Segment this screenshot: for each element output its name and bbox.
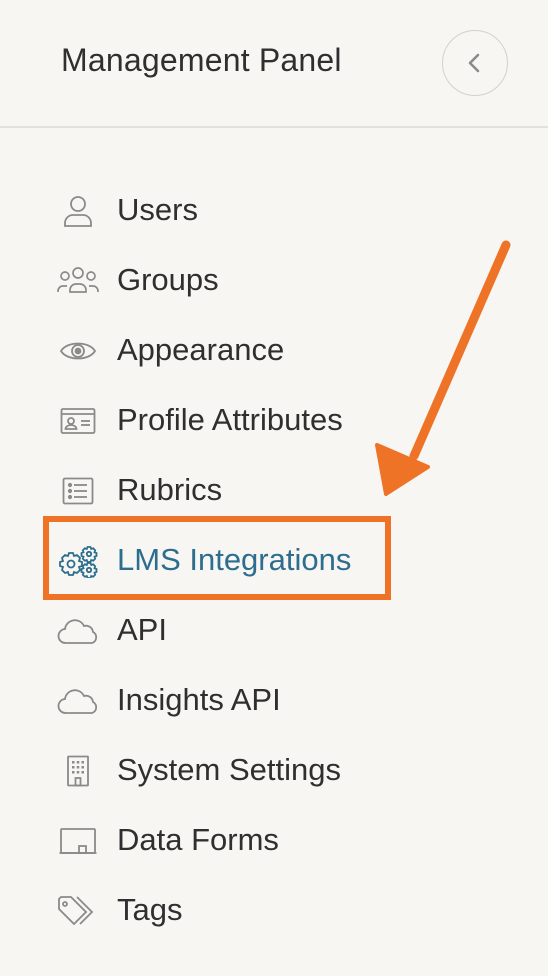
sidebar-item-profile-attributes[interactable]: Profile Attributes xyxy=(0,386,548,456)
sidebar-item-label: LMS Integrations xyxy=(117,542,352,577)
management-panel: Management Panel Users Groups Appearance… xyxy=(0,0,548,976)
sidebar-nav: Users Groups Appearance Profile Attribut… xyxy=(0,176,548,946)
sidebar-item-label: Tags xyxy=(117,892,183,927)
sidebar-item-label: Data Forms xyxy=(117,822,279,857)
page-title: Management Panel xyxy=(61,42,342,78)
sidebar-item-data-forms[interactable]: Data Forms xyxy=(0,806,548,876)
sidebar-item-label: Profile Attributes xyxy=(117,402,343,437)
building-icon xyxy=(56,753,100,789)
sidebar-item-label: Groups xyxy=(117,262,219,297)
form-icon xyxy=(56,823,100,859)
sidebar-item-users[interactable]: Users xyxy=(0,176,548,246)
id-card-icon xyxy=(56,403,100,439)
cloud-icon xyxy=(56,683,100,719)
user-icon xyxy=(56,193,100,229)
sidebar-item-appearance[interactable]: Appearance xyxy=(0,316,548,386)
chevron-left-icon xyxy=(464,52,486,74)
sidebar-item-label: API xyxy=(117,612,167,647)
groups-icon xyxy=(56,263,100,299)
sidebar-item-insights-api[interactable]: Insights API xyxy=(0,666,548,736)
sidebar-item-groups[interactable]: Groups xyxy=(0,246,548,316)
sidebar-item-label: Insights API xyxy=(117,682,281,717)
collapse-button[interactable] xyxy=(442,30,508,96)
sidebar-item-api[interactable]: API xyxy=(0,596,548,666)
sidebar-item-label: Appearance xyxy=(117,332,285,367)
sidebar-item-rubrics[interactable]: Rubrics xyxy=(0,456,548,526)
eye-icon xyxy=(56,333,100,369)
sidebar-item-label: Rubrics xyxy=(117,472,223,507)
sidebar-item-lms-integrations[interactable]: LMS Integrations xyxy=(0,526,548,596)
sidebar-item-system-settings[interactable]: System Settings xyxy=(0,736,548,806)
sidebar-item-tags[interactable]: Tags xyxy=(0,876,548,946)
list-icon xyxy=(56,473,100,509)
tags-icon xyxy=(56,893,100,929)
sidebar-item-label: Users xyxy=(117,192,198,227)
cloud-icon xyxy=(56,613,100,649)
gears-icon xyxy=(56,543,100,579)
sidebar-item-label: System Settings xyxy=(117,752,341,787)
panel-header: Management Panel xyxy=(0,0,548,128)
